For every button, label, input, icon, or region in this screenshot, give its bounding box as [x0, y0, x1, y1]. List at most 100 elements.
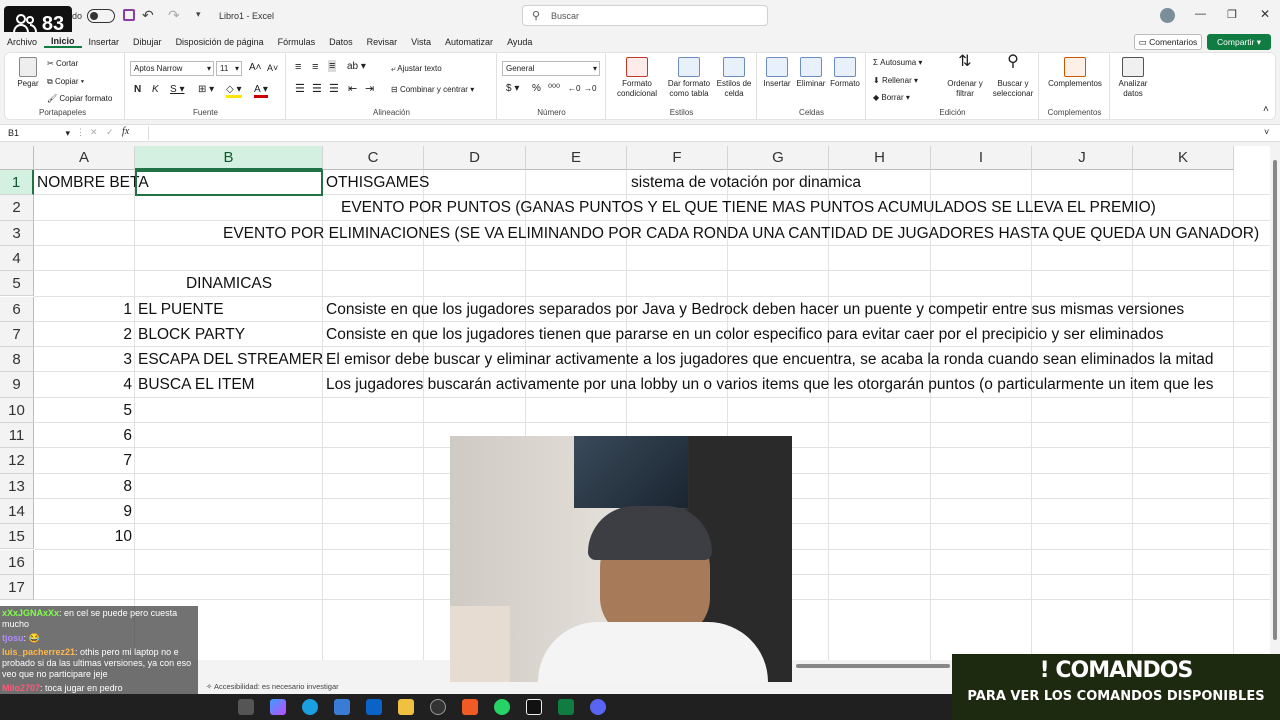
selected-cell-b1[interactable] [135, 170, 323, 196]
tab-disposicion[interactable]: Disposición de página [169, 37, 271, 47]
row-header-7[interactable]: 7 [0, 321, 34, 348]
cell-c7[interactable]: Consiste en que los jugadores tienen que… [326, 322, 1163, 347]
shrink-font-icon[interactable]: A˅ [267, 63, 278, 73]
formula-input[interactable] [148, 126, 1258, 140]
column-header-e[interactable]: E [526, 146, 627, 170]
font-size-select[interactable]: 11 ▾ [216, 61, 242, 76]
row-header-3[interactable]: 3 [0, 220, 34, 246]
cell-b3[interactable]: EVENTO POR ELIMINACIONES (SE VA ELIMINAN… [223, 221, 1259, 246]
row-header-12[interactable]: 12 [0, 448, 34, 474]
row-header-16[interactable]: 16 [0, 549, 34, 575]
select-all-corner[interactable] [0, 146, 34, 170]
tab-archivo[interactable]: Archivo [0, 37, 44, 47]
find-select-button[interactable]: ⚲ Buscar y seleccionar [989, 54, 1037, 99]
increase-indent-icon[interactable]: ⇥ [365, 84, 374, 95]
comments-button[interactable]: ▭ Comentarios [1134, 34, 1202, 50]
save-icon[interactable] [123, 9, 135, 21]
number-format-select[interactable]: General ▾ [502, 61, 600, 76]
tab-formulas[interactable]: Fórmulas [271, 37, 323, 47]
cell-a7[interactable]: 2 [34, 322, 132, 347]
column-header-k[interactable]: K [1133, 146, 1234, 170]
row-header-17[interactable]: 17 [0, 574, 34, 601]
search-box[interactable]: ⚲ Buscar [522, 5, 768, 26]
tab-inicio[interactable]: Inicio [44, 36, 82, 48]
decrease-decimal-icon[interactable]: →0 [584, 84, 596, 94]
cell-c9[interactable]: Los jugadores buscarán activamente por u… [326, 372, 1213, 397]
cell-a1[interactable]: NOMBRE BETA [37, 170, 149, 195]
row-header-10[interactable]: 10 [0, 397, 34, 423]
copy-button[interactable]: ⧉ Copiar ▾ [47, 77, 84, 87]
name-box[interactable]: B1 ▾ [4, 126, 72, 140]
row-header-6[interactable]: 6 [0, 296, 34, 322]
row-header-1[interactable]: 1 [0, 170, 34, 196]
column-header-g[interactable]: G [728, 146, 829, 170]
autosave-toggle[interactable] [87, 9, 115, 23]
sort-filter-button[interactable]: ⇅ Ordenar y filtrar [943, 54, 987, 99]
orientation-icon[interactable]: ab ▾ [347, 62, 366, 72]
font-color-icon[interactable]: A ▾ [254, 85, 268, 98]
conditional-format-button[interactable]: Formato condicional [611, 57, 663, 99]
cell-c8[interactable]: El emisor debe buscar y eliminar activam… [326, 347, 1213, 372]
close-icon[interactable]: ✕ [1260, 7, 1270, 21]
cell-a14[interactable]: 9 [34, 499, 132, 524]
cell-a6[interactable]: 1 [34, 297, 132, 322]
brave-icon[interactable] [462, 699, 478, 715]
row-header-5[interactable]: 5 [0, 271, 34, 297]
fill-button[interactable]: ⬇ Rellenar ▾ [873, 76, 918, 86]
row-header-14[interactable]: 14 [0, 498, 34, 525]
align-top-icon[interactable]: ≡ [295, 62, 301, 73]
align-left-icon[interactable]: ☰ [295, 84, 305, 95]
minimize-icon[interactable]: — [1195, 8, 1206, 20]
share-button[interactable]: Compartir ▾ [1207, 34, 1271, 50]
cell-a10[interactable]: 5 [34, 398, 132, 423]
cell-b9[interactable]: BUSCA EL ITEM [138, 372, 255, 397]
align-middle-icon[interactable]: ≡ [312, 62, 318, 73]
borders-icon[interactable]: ⊞ ▾ [198, 85, 214, 95]
delete-cells-button[interactable]: Eliminar [794, 57, 828, 89]
whatsapp-icon[interactable] [494, 699, 510, 715]
tab-revisar[interactable]: Revisar [360, 37, 405, 47]
cell-b5[interactable]: DINAMICAS [135, 271, 323, 296]
tab-datos[interactable]: Datos [322, 37, 360, 47]
analyze-data-button[interactable]: Analizar datos [1113, 57, 1153, 99]
tab-insertar[interactable]: Insertar [82, 37, 127, 47]
outlook-icon[interactable] [366, 699, 382, 715]
format-painter-button[interactable]: 🖌 Copiar formato [47, 94, 112, 104]
cell-a12[interactable]: 7 [34, 448, 132, 473]
fill-color-icon[interactable]: ◇ ▾ [226, 85, 242, 98]
column-header-c[interactable]: C [323, 146, 424, 170]
row-header-2[interactable]: 2 [0, 195, 34, 221]
underline-icon[interactable]: S ▾ [170, 85, 184, 95]
cell-c6[interactable]: Consiste en que los jugadores separados … [326, 297, 1184, 322]
align-bottom-icon[interactable]: ≡ [328, 60, 337, 72]
redo-icon[interactable]: ↷ [168, 7, 180, 24]
maximize-icon[interactable]: ❐ [1227, 8, 1237, 21]
tab-vista[interactable]: Vista [404, 37, 438, 47]
increase-decimal-icon[interactable]: ←0 [568, 84, 580, 94]
cell-b6[interactable]: EL PUENTE [138, 297, 224, 322]
italic-icon[interactable]: K [152, 85, 159, 95]
cell-c2[interactable]: EVENTO POR PUNTOS (GANAS PUNTOS Y EL QUE… [341, 195, 1156, 220]
file-explorer-icon[interactable] [398, 699, 414, 715]
cell-b8[interactable]: ESCAPA DEL STREAMER [138, 347, 323, 372]
cell-a9[interactable]: 4 [34, 372, 132, 397]
column-header-f[interactable]: F [627, 146, 728, 170]
cell-a15[interactable]: 10 [34, 524, 132, 549]
fx-icon[interactable]: fx [122, 126, 129, 137]
column-header-j[interactable]: J [1032, 146, 1133, 170]
obs-icon[interactable] [430, 699, 446, 715]
discord-icon[interactable] [590, 699, 606, 715]
merge-center-button[interactable]: ⊟ Combinar y centrar ▾ [391, 85, 474, 95]
vertical-scrollbar[interactable] [1270, 146, 1280, 660]
store-icon[interactable] [334, 699, 350, 715]
insert-cells-button[interactable]: Insertar [760, 57, 794, 89]
wrap-text-button[interactable]: ⤶ Ajustar texto [391, 64, 442, 74]
horizontal-scrollbar[interactable] [792, 662, 952, 670]
column-header-a[interactable]: A [34, 146, 135, 170]
addins-button[interactable]: Complementos [1044, 57, 1106, 89]
row-header-13[interactable]: 13 [0, 473, 34, 499]
avatar[interactable] [1160, 8, 1175, 23]
column-header-d[interactable]: D [424, 146, 526, 170]
row-header-15[interactable]: 15 [0, 524, 34, 550]
bold-icon[interactable]: N [134, 85, 141, 95]
